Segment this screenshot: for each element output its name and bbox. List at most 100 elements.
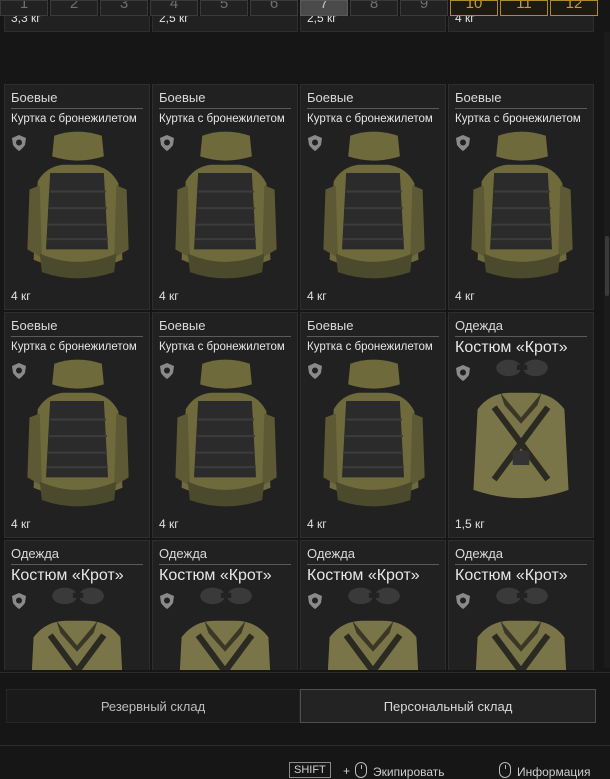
item-weight: 2,5 кг bbox=[159, 16, 189, 25]
item-category: Боевые bbox=[307, 90, 354, 105]
page-tab-10[interactable]: 10 bbox=[450, 0, 498, 16]
item-card[interactable]: 2,5 кг bbox=[152, 16, 298, 32]
item-grid: 3,3 кг 2,5 кг 2,5 кг 4 кг Боевые Куртка с… bbox=[0, 16, 604, 670]
item-card[interactable]: Боевые Куртка с бронежилетом 4 кг bbox=[4, 312, 150, 538]
item-name: Костюм «Крот» bbox=[307, 567, 420, 584]
item-card[interactable]: Боевые Куртка с бронежилетом 4 кг bbox=[152, 312, 298, 538]
item-card[interactable]: Одежда Костюм «Крот» bbox=[448, 540, 594, 670]
shield-icon bbox=[160, 593, 174, 609]
item-card[interactable]: Одежда Костюм «Крот» 1,5 кг bbox=[448, 312, 594, 538]
category-divider bbox=[455, 336, 587, 337]
category-divider bbox=[307, 108, 439, 109]
divider bbox=[0, 745, 610, 746]
item-weight: 4 кг bbox=[455, 289, 475, 303]
item-card[interactable]: 3,3 кг bbox=[4, 16, 150, 32]
page-tab-6[interactable]: 6 bbox=[250, 0, 298, 16]
scrollbar-thumb[interactable] bbox=[605, 236, 609, 296]
item-weight: 2,5 кг bbox=[307, 16, 337, 25]
page-tab-1[interactable]: 1 bbox=[0, 0, 48, 16]
item-card[interactable]: Боевые Куртка с бронежилетом 4 кг bbox=[300, 84, 446, 310]
vest-jacket-image bbox=[311, 353, 435, 513]
shield-icon bbox=[160, 135, 174, 151]
item-category: Боевые bbox=[159, 90, 206, 105]
item-weight: 4 кг bbox=[307, 289, 327, 303]
divider bbox=[0, 672, 610, 673]
item-weight: 1,5 кг bbox=[455, 517, 485, 531]
item-category: Одежда bbox=[307, 546, 356, 561]
page-tab-2[interactable]: 2 bbox=[50, 0, 98, 16]
page-tab-9[interactable]: 9 bbox=[400, 0, 448, 16]
shield-icon bbox=[12, 135, 26, 151]
mole-suit-image bbox=[459, 353, 583, 513]
item-card[interactable]: 2,5 кг bbox=[300, 16, 446, 32]
shield-icon bbox=[308, 593, 322, 609]
shield-icon bbox=[456, 593, 470, 609]
page-tabs: 1 2 3 4 5 6 7 8 9 10 11 12 bbox=[0, 0, 610, 16]
vest-jacket-image bbox=[163, 125, 287, 285]
item-category: Одежда bbox=[11, 546, 60, 561]
hint-bar: SHIFT + Экипировать Информация bbox=[0, 760, 610, 779]
category-divider bbox=[11, 564, 143, 565]
item-name: Куртка с бронежилетом bbox=[455, 113, 581, 125]
reserve-storage-tab[interactable]: Резервный склад bbox=[6, 689, 300, 723]
page-tab-4[interactable]: 4 bbox=[150, 0, 198, 16]
item-card[interactable]: Одежда Костюм «Крот» bbox=[152, 540, 298, 670]
item-category: Боевые bbox=[307, 318, 354, 333]
item-weight: 4 кг bbox=[11, 289, 31, 303]
shield-icon bbox=[12, 363, 26, 379]
item-category: Одежда bbox=[159, 546, 208, 561]
shield-icon bbox=[456, 135, 470, 151]
category-divider bbox=[455, 564, 587, 565]
category-divider bbox=[307, 564, 439, 565]
item-weight: 4 кг bbox=[455, 16, 475, 25]
item-name: Куртка с бронежилетом bbox=[307, 113, 433, 125]
shield-icon bbox=[308, 135, 322, 151]
mole-suit-image bbox=[459, 581, 583, 670]
mole-suit-image bbox=[15, 581, 139, 670]
item-weight: 4 кг bbox=[307, 517, 327, 531]
item-card[interactable]: Одежда Костюм «Крот» bbox=[4, 540, 150, 670]
item-weight: 4 кг bbox=[159, 517, 179, 531]
item-card[interactable]: Боевые Куртка с бронежилетом 4 кг bbox=[4, 84, 150, 310]
category-divider bbox=[11, 108, 143, 109]
item-card[interactable]: Боевые Куртка с бронежилетом 4 кг bbox=[300, 312, 446, 538]
item-name: Костюм «Крот» bbox=[159, 567, 272, 584]
category-divider bbox=[455, 108, 587, 109]
reserve-storage-label: Резервный склад bbox=[100, 698, 206, 714]
category-divider bbox=[159, 336, 291, 337]
page-tab-3[interactable]: 3 bbox=[100, 0, 148, 16]
vest-jacket-image bbox=[15, 353, 139, 513]
item-category: Одежда bbox=[455, 546, 504, 561]
category-divider bbox=[307, 336, 439, 337]
category-divider bbox=[159, 108, 291, 109]
item-card[interactable]: Одежда Костюм «Крот» bbox=[300, 540, 446, 670]
page-tab-7[interactable]: 7 bbox=[300, 0, 348, 16]
mole-suit-image bbox=[163, 581, 287, 670]
mole-suit-image bbox=[311, 581, 435, 670]
page-tab-12[interactable]: 12 bbox=[550, 0, 598, 16]
item-category: Одежда bbox=[455, 318, 504, 333]
scrollbar-track[interactable] bbox=[604, 32, 610, 668]
shield-icon bbox=[160, 363, 174, 379]
item-card[interactable]: Боевые Куртка с бронежилетом 4 кг bbox=[448, 84, 594, 310]
vest-jacket-image bbox=[459, 125, 583, 285]
page-tab-8[interactable]: 8 bbox=[350, 0, 398, 16]
personal-storage-label: Персональный склад bbox=[383, 698, 513, 714]
item-weight: 4 кг bbox=[11, 517, 31, 531]
page-tab-5[interactable]: 5 bbox=[200, 0, 248, 16]
vest-jacket-image bbox=[15, 125, 139, 285]
item-name: Куртка с бронежилетом bbox=[11, 113, 137, 125]
item-name: Куртка с бронежилетом bbox=[307, 341, 433, 353]
item-category: Боевые bbox=[11, 318, 58, 333]
item-category: Боевые bbox=[159, 318, 206, 333]
item-weight: 4 кг bbox=[159, 289, 179, 303]
equip-hint: Экипировать bbox=[373, 765, 445, 779]
info-hint: Информация bbox=[517, 765, 591, 779]
item-name: Куртка с бронежилетом bbox=[159, 113, 285, 125]
page-tab-11[interactable]: 11 bbox=[500, 0, 548, 16]
category-divider bbox=[11, 336, 143, 337]
item-card[interactable]: Боевые Куртка с бронежилетом 4 кг bbox=[152, 84, 298, 310]
item-card[interactable]: 4 кг bbox=[448, 16, 594, 32]
item-name: Куртка с бронежилетом bbox=[11, 341, 137, 353]
personal-storage-tab[interactable]: Персональный склад bbox=[300, 689, 596, 723]
